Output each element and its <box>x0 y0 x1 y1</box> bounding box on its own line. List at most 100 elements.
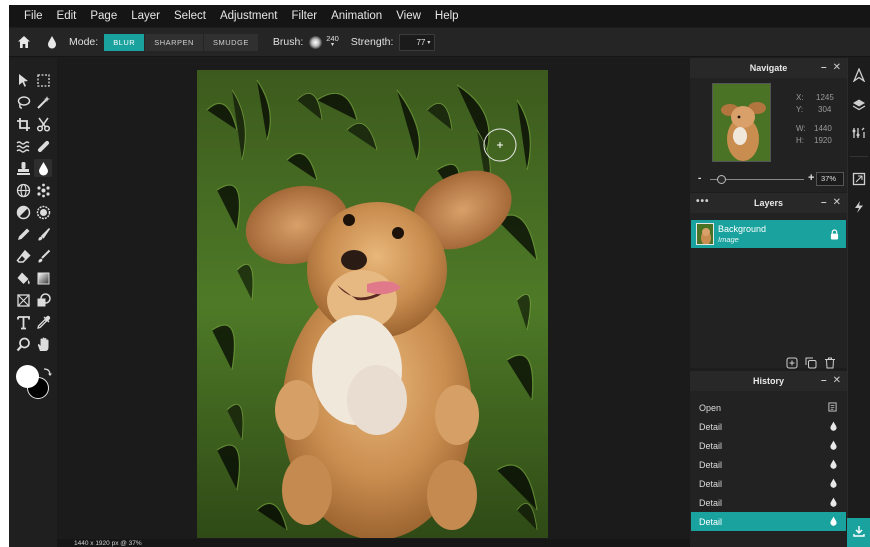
zoom-value-field[interactable]: 37% <box>816 172 844 186</box>
nav-h-label: H: <box>796 136 804 145</box>
layers-panel-header: ••• Layers – ✕ <box>690 193 847 213</box>
mode-smudge-button[interactable]: SMUDGE <box>203 33 258 51</box>
menu-view[interactable]: View <box>396 10 421 22</box>
history-item[interactable]: Detail <box>691 417 846 436</box>
layer-item[interactable]: Background Image <box>691 220 846 248</box>
minimize-icon[interactable]: – <box>821 197 827 208</box>
history-item-active[interactable]: Detail <box>691 512 846 531</box>
menu-select[interactable]: Select <box>174 10 206 22</box>
dots-pattern-icon[interactable] <box>34 181 52 199</box>
layers-panel-icon[interactable] <box>852 98 866 112</box>
history-item-label: Detail <box>699 459 723 470</box>
nav-y-value: 304 <box>818 105 832 114</box>
sponge-icon[interactable] <box>34 203 52 221</box>
nav-w-label: W: <box>796 124 806 133</box>
eraser-icon[interactable] <box>14 247 32 265</box>
menu-page[interactable]: Page <box>90 10 117 22</box>
brush-label: Brush: <box>272 36 304 48</box>
water-drop-icon <box>830 459 837 471</box>
nav-x-value: 1245 <box>816 93 834 102</box>
zoom-in-button[interactable]: + <box>808 172 814 184</box>
menu-edit[interactable]: Edit <box>57 10 77 22</box>
eyedropper-icon[interactable] <box>34 313 52 331</box>
brush-size-picker[interactable]: 240 ▾ <box>326 35 339 49</box>
nav-y-label: Y: <box>796 105 804 114</box>
history-title: History <box>752 376 784 386</box>
menu-filter[interactable]: Filter <box>292 10 318 22</box>
gradient-icon[interactable] <box>34 269 52 287</box>
zoom-out-button[interactable]: - <box>698 173 701 184</box>
clone-stamp-icon[interactable] <box>14 159 32 177</box>
dodge-burn-icon[interactable] <box>14 203 32 221</box>
adjust-panel-icon[interactable] <box>852 126 866 140</box>
toolbox <box>9 58 57 547</box>
blur-drop-icon[interactable] <box>34 159 52 177</box>
lasso-icon[interactable] <box>14 93 32 111</box>
globe-icon[interactable] <box>14 181 32 199</box>
history-panel-header: History – ✕ <box>690 371 847 391</box>
hand-icon[interactable] <box>34 335 52 353</box>
strength-value: 77 <box>416 37 426 47</box>
panel-toggle-strip <box>847 58 870 547</box>
navigator-thumbnail[interactable] <box>712 83 771 162</box>
zoom-slider-thumb[interactable] <box>717 175 727 184</box>
status-bar: 1440 x 1920 px @ 37% <box>57 539 690 547</box>
crop-icon[interactable] <box>14 115 32 133</box>
shape-icon[interactable] <box>34 291 52 309</box>
pencil-icon[interactable] <box>14 225 32 243</box>
close-icon[interactable]: ✕ <box>833 197 841 208</box>
color-replace-icon[interactable] <box>34 247 52 265</box>
expand-icon[interactable] <box>852 172 866 186</box>
close-icon[interactable]: ✕ <box>833 62 841 73</box>
history-item[interactable]: Detail <box>691 474 846 493</box>
lock-icon[interactable] <box>830 227 839 245</box>
brush-preview-icon[interactable] <box>309 35 323 49</box>
text-tool-icon[interactable] <box>14 313 32 331</box>
zoom-control: - + 37% <box>690 171 847 189</box>
menu-animation[interactable]: Animation <box>331 10 382 22</box>
download-button[interactable] <box>847 518 870 547</box>
water-drop-icon <box>47 35 57 49</box>
frame-icon[interactable] <box>14 291 32 309</box>
history-item[interactable]: Detail <box>691 493 846 512</box>
menu-help[interactable]: Help <box>435 10 459 22</box>
move-tool-icon[interactable] <box>14 71 32 89</box>
home-icon[interactable] <box>17 35 31 49</box>
menu-adjustment[interactable]: Adjustment <box>220 10 278 22</box>
menu-file[interactable]: File <box>24 10 43 22</box>
brush-size-value: 240 <box>326 34 339 43</box>
minimize-icon[interactable]: – <box>821 375 827 386</box>
layer-name: Background <box>718 224 767 234</box>
navigate-panel: Navigate – ✕ X: 1245 Y: 304 W: 1440 H: 1920 -… <box>690 58 847 192</box>
paint-bucket-icon[interactable] <box>14 269 32 287</box>
mode-blur-button[interactable]: BLUR <box>104 33 145 51</box>
more-options-icon[interactable]: ••• <box>696 196 710 207</box>
brush-icon[interactable] <box>34 225 52 243</box>
canvas-image[interactable] <box>197 70 548 538</box>
menu-layer[interactable]: Layer <box>131 10 160 22</box>
strength-dropdown[interactable]: 77 ▾ <box>399 33 436 51</box>
lightning-icon[interactable] <box>852 200 866 214</box>
nav-x-label: X: <box>796 93 804 102</box>
primary-color-swatch[interactable] <box>16 365 39 388</box>
nav-h-value: 1920 <box>814 136 832 145</box>
zoom-icon[interactable] <box>14 335 32 353</box>
liquify-icon[interactable] <box>14 137 32 155</box>
scissors-icon[interactable] <box>34 115 52 133</box>
mode-sharpen-button[interactable]: SHARPEN <box>145 33 203 51</box>
history-item-label: Detail <box>699 478 723 489</box>
navigate-panel-icon[interactable] <box>852 67 866 83</box>
swap-colors-icon[interactable] <box>42 364 52 376</box>
history-item[interactable]: Detail <box>691 436 846 455</box>
history-item[interactable]: Detail <box>691 455 846 474</box>
marquee-select-icon[interactable] <box>34 71 52 89</box>
menu-bar: File Edit Page Layer Select Adjustment F… <box>9 5 870 27</box>
healing-brush-icon[interactable] <box>34 137 52 155</box>
minimize-icon[interactable]: – <box>821 62 827 73</box>
water-drop-icon <box>830 516 837 528</box>
history-item-label: Detail <box>699 440 723 451</box>
magic-wand-icon[interactable] <box>34 93 52 111</box>
canvas-workspace[interactable] <box>57 58 690 547</box>
close-icon[interactable]: ✕ <box>833 375 841 386</box>
history-item[interactable]: Open <box>691 398 846 417</box>
